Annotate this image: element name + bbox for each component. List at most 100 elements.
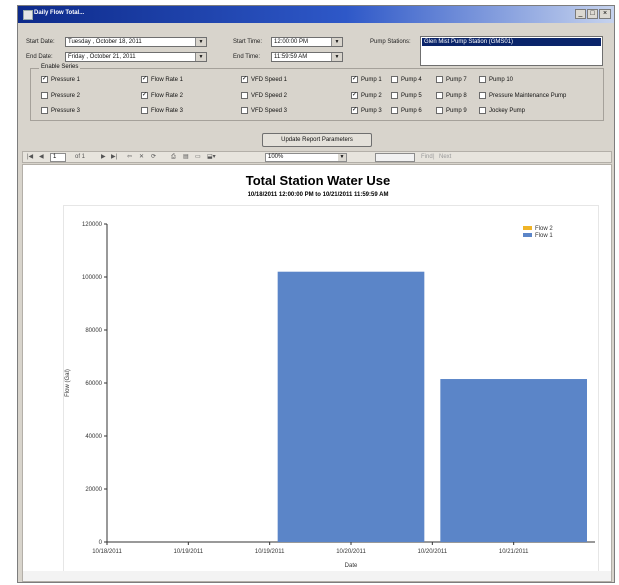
series-checkbox-label: Pressure 3: [51, 107, 81, 114]
series-checkbox-label: Flow Rate 3: [151, 107, 184, 114]
start-date-value: Tuesday , October 18, 2011: [68, 39, 142, 45]
update-report-button[interactable]: Update Report Parameters: [262, 133, 372, 147]
page-number-input[interactable]: 1: [50, 153, 66, 162]
checkbox-unchecked[interactable]: [479, 76, 486, 83]
y-tick-label: 60000: [85, 381, 102, 387]
next-link[interactable]: Next: [439, 154, 451, 161]
title-bar[interactable]: Daily Flow Total... _ □ ×: [18, 6, 614, 23]
zoom-select[interactable]: 100% ▼: [265, 153, 347, 162]
series-checkbox-label: Flow Rate 2: [151, 92, 184, 99]
report-toolbar: |◀ ◀ 1 of 1 ▶ ▶| ⇦ ✕ ⟳ ⎙ ▤ ▭ ⬓▾ 100% ▼ F…: [22, 151, 612, 163]
chart-bar: [277, 271, 425, 542]
pump-stations-list[interactable]: Glen Mist Pump Station (GMS01): [420, 36, 603, 66]
chevron-down-icon[interactable]: ▼: [195, 38, 206, 46]
checkbox-unchecked[interactable]: [41, 107, 48, 114]
series-checkbox-label: VFD Speed 3: [251, 107, 288, 114]
checkbox-unchecked[interactable]: [391, 107, 398, 114]
checkbox-checked[interactable]: ✓: [351, 76, 358, 83]
print-layout-icon[interactable]: ▤: [183, 154, 189, 161]
checkbox-unchecked[interactable]: [141, 107, 148, 114]
stop-icon[interactable]: ✕: [139, 154, 144, 161]
checkbox-checked[interactable]: ✓: [41, 76, 48, 83]
refresh-icon[interactable]: ⟳: [151, 154, 156, 161]
series-checkbox[interactable]: ✓ Pump 3: [351, 107, 382, 114]
series-checkbox[interactable]: Pump 9: [436, 107, 467, 114]
export-icon[interactable]: ⬓▾: [207, 154, 216, 161]
series-checkbox[interactable]: ✓ VFD Speed 1: [241, 76, 287, 83]
end-time-field[interactable]: 11:59:59 AM ▼: [271, 52, 343, 62]
series-checkbox-label: Jockey Pump: [489, 107, 526, 114]
chart-bar: [440, 379, 587, 542]
last-page-icon[interactable]: ▶|: [111, 154, 117, 161]
chevron-down-icon[interactable]: ▼: [338, 154, 346, 161]
find-link[interactable]: Find: [421, 154, 433, 161]
checkbox-checked[interactable]: ✓: [241, 76, 248, 83]
checkbox-unchecked[interactable]: [479, 107, 486, 114]
checkbox-unchecked[interactable]: [479, 92, 486, 99]
checkbox-unchecked[interactable]: [41, 92, 48, 99]
series-checkbox-label: Pump 3: [361, 107, 382, 114]
series-checkbox-label: Pump 5: [401, 92, 422, 99]
checkbox-checked[interactable]: ✓: [141, 76, 148, 83]
series-checkbox[interactable]: VFD Speed 2: [241, 92, 287, 99]
checkbox-checked[interactable]: ✓: [351, 107, 358, 114]
end-date-picker[interactable]: Friday , October 21, 2011 ▼: [65, 52, 207, 62]
series-checkbox[interactable]: Pressure 2: [41, 92, 80, 99]
y-tick-label: 40000: [85, 434, 102, 440]
start-time-field[interactable]: 12:00:00 PM ▼: [271, 37, 343, 47]
spinner-icon[interactable]: ▼: [331, 53, 342, 61]
series-checkbox[interactable]: Jockey Pump: [479, 107, 525, 114]
print-icon[interactable]: ⎙: [171, 154, 176, 161]
checkbox-unchecked[interactable]: [436, 107, 443, 114]
back-icon[interactable]: ⇦: [127, 154, 132, 161]
checkbox-unchecked[interactable]: [241, 107, 248, 114]
checkbox-unchecked[interactable]: [241, 92, 248, 99]
find-input[interactable]: [375, 153, 415, 162]
y-tick-label: 100000: [82, 275, 103, 281]
end-date-value: Friday , October 21, 2011: [68, 54, 136, 60]
daily-flow-window: Daily Flow Total... _ □ × Start Date: Tu…: [17, 5, 615, 583]
checkbox-checked[interactable]: ✓: [351, 92, 358, 99]
minimize-button[interactable]: _: [575, 9, 586, 19]
series-checkbox[interactable]: Pump 10: [479, 76, 513, 83]
start-date-picker[interactable]: Tuesday , October 18, 2011 ▼: [65, 37, 207, 47]
series-checkbox[interactable]: Pump 4: [391, 76, 422, 83]
spinner-icon[interactable]: ▼: [331, 38, 342, 46]
series-checkbox[interactable]: Pump 8: [436, 92, 467, 99]
y-tick-label: 80000: [85, 328, 102, 334]
series-checkbox[interactable]: ✓ Flow Rate 1: [141, 76, 183, 83]
end-date-label: End Date:: [26, 54, 53, 60]
first-page-icon[interactable]: |◀: [27, 154, 33, 161]
series-checkbox[interactable]: Pressure Maintenance Pump: [479, 92, 566, 99]
series-checkbox[interactable]: VFD Speed 3: [241, 107, 287, 114]
pump-station-item[interactable]: Glen Mist Pump Station (GMS01): [422, 38, 601, 46]
checkbox-unchecked[interactable]: [436, 92, 443, 99]
series-checkbox[interactable]: Pump 5: [391, 92, 422, 99]
checkbox-unchecked[interactable]: [391, 76, 398, 83]
checkbox-unchecked[interactable]: [436, 76, 443, 83]
previous-page-icon[interactable]: ◀: [39, 154, 44, 161]
report-viewer[interactable]: Total Station Water Use 10/18/2011 12:00…: [22, 164, 612, 582]
y-axis-label: Flow (Gal): [65, 369, 71, 397]
series-checkbox-label: Pump 2: [361, 92, 382, 99]
checkbox-unchecked[interactable]: [391, 92, 398, 99]
series-checkbox[interactable]: ✓ Pressure 1: [41, 76, 80, 83]
page-setup-icon[interactable]: ▭: [195, 154, 201, 161]
series-checkbox[interactable]: ✓ Pump 1: [351, 76, 382, 83]
next-page-icon[interactable]: ▶: [101, 154, 106, 161]
series-checkbox-label: Pump 4: [401, 76, 422, 83]
series-checkbox[interactable]: Pressure 3: [41, 107, 80, 114]
maximize-button[interactable]: □: [587, 9, 598, 19]
chevron-down-icon[interactable]: ▼: [195, 53, 206, 61]
flow-chart: 0 20000 40000 60000 80000 100000 120000 10/18/2…: [65, 222, 595, 569]
y-tick-label: 120000: [82, 222, 103, 228]
start-time-value: 12:00:00 PM: [274, 39, 309, 45]
series-checkbox[interactable]: Pump 7: [436, 76, 467, 83]
series-checkbox[interactable]: ✓ Pump 2: [351, 92, 382, 99]
close-button[interactable]: ×: [599, 9, 611, 19]
series-checkbox[interactable]: Pump 6: [391, 107, 422, 114]
series-checkbox[interactable]: ✓ Flow Rate 2: [141, 92, 183, 99]
checkbox-checked[interactable]: ✓: [141, 92, 148, 99]
series-checkbox[interactable]: Flow Rate 3: [141, 107, 183, 114]
legend-swatch: [523, 226, 532, 230]
